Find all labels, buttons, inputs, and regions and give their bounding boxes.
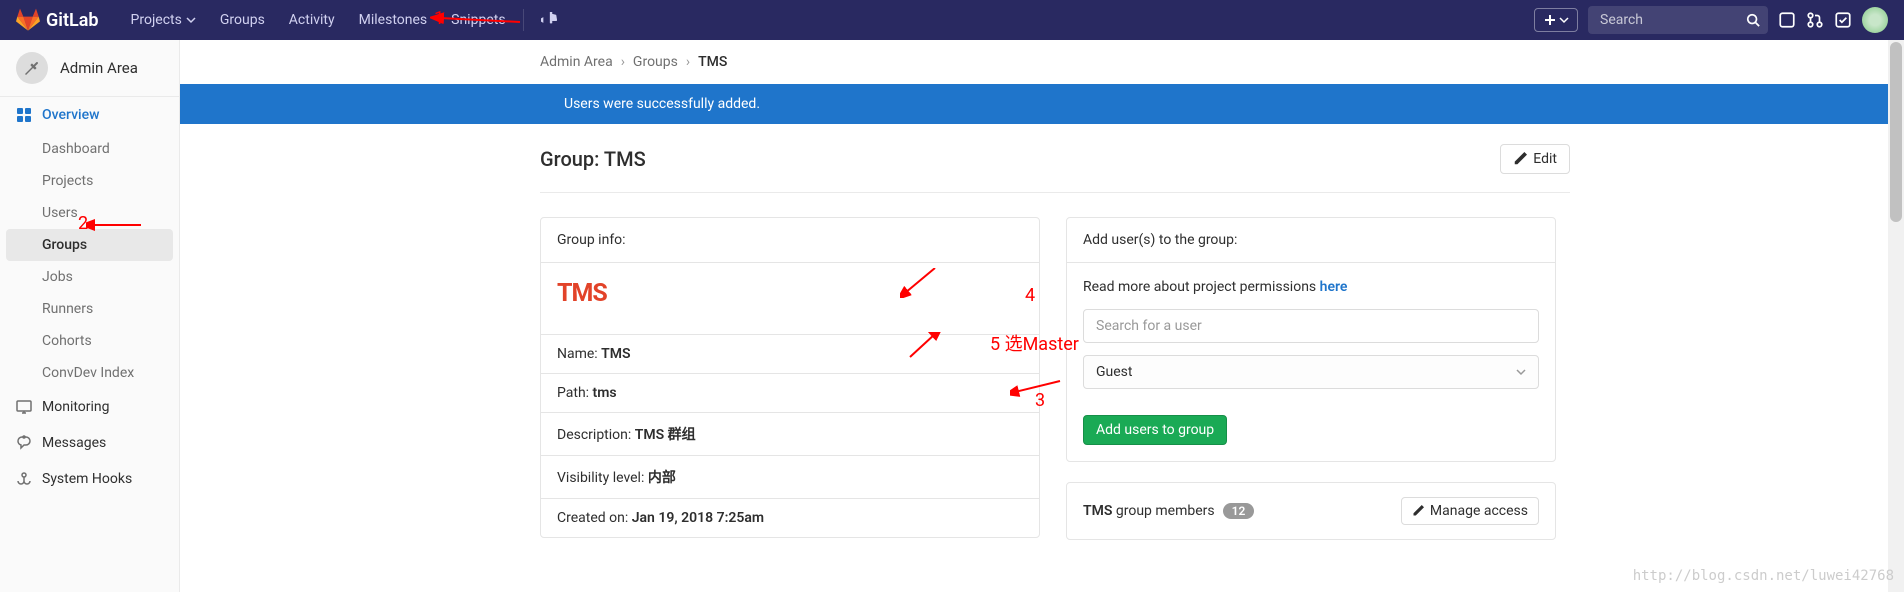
gitlab-logo-icon [16,8,40,32]
sidebar-item-groups[interactable]: Groups [6,229,173,261]
breadcrumb-sep: › [686,54,690,70]
group-avatar: TMS [557,279,1023,308]
overview-icon [16,107,32,123]
role-select[interactable]: Guest [1083,355,1539,389]
info-path: Path: tms [541,373,1039,412]
page-title: Group: TMS [540,147,646,171]
sidebar-item-convdev[interactable]: ConvDev Index [0,357,179,389]
watermark: http://blog.csdn.net/luwei42768 [1633,568,1894,584]
group-info-header: Group info: [541,218,1039,263]
monitoring-icon [16,399,32,415]
pencil-icon [1513,152,1527,166]
pencil-icon [1412,505,1424,517]
hooks-icon [16,471,32,487]
todos-icon[interactable] [1834,11,1852,29]
nav-milestones[interactable]: Milestones [347,0,440,40]
plus-icon [1543,13,1557,27]
sidebar-title: Admin Area [60,59,138,77]
breadcrumb: Admin Area › Groups › TMS [540,40,1904,84]
sidebar-messages[interactable]: Messages [0,425,179,461]
sidebar-item-projects[interactable]: Projects [0,165,179,197]
nav-divider [523,9,524,31]
messages-icon [16,435,32,451]
scrollbar-thumb[interactable] [1890,42,1902,222]
merge-request-icon[interactable] [1806,11,1824,29]
header-right [1534,6,1888,34]
permissions-text: Read more about project permissions here [1083,279,1539,295]
logo[interactable]: GitLab [16,8,99,32]
members-panel: TMS group members 12 Manage access [1066,482,1556,540]
sidebar-item-runners[interactable]: Runners [0,293,179,325]
sidebar-overview[interactable]: Overview [0,97,179,133]
sidebar-header[interactable]: Admin Area [0,40,179,97]
sidebar: Admin Area Overview Dashboard Projects U… [0,40,180,592]
info-created: Created on: Jan 19, 2018 7:25am [541,498,1039,537]
nav-groups[interactable]: Groups [208,0,277,40]
scrollbar-track [1888,40,1904,592]
info-name: Name: TMS [541,334,1039,373]
user-search-input[interactable] [1083,309,1539,343]
nav-admin-wrench[interactable] [529,0,569,40]
sidebar-item-jobs[interactable]: Jobs [0,261,179,293]
sidebar-item-cohorts[interactable]: Cohorts [0,325,179,357]
page-header: Group: TMS Edit [540,144,1570,193]
manage-access-button[interactable]: Manage access [1401,497,1539,525]
top-header: GitLab Projects Groups Activity Mileston… [0,0,1904,40]
user-avatar[interactable] [1862,7,1888,33]
add-users-button[interactable]: Add users to group [1083,415,1227,445]
sidebar-item-users[interactable]: Users [0,197,179,229]
add-users-header: Add user(s) to the group: [1067,218,1555,263]
search-input[interactable] [1588,6,1768,34]
sidebar-hooks[interactable]: System Hooks [0,461,179,497]
admin-area-icon [16,52,48,84]
sidebar-monitoring[interactable]: Monitoring [0,389,179,425]
main-nav: Projects Groups Activity Milestones Snip… [119,0,569,40]
brand-text: GitLab [46,10,99,31]
wrench-icon [541,12,557,28]
breadcrumb-groups[interactable]: Groups [633,54,678,70]
breadcrumb-sep: › [621,54,625,70]
nav-projects[interactable]: Projects [119,0,208,40]
add-users-panel: Add user(s) to the group: Read more abou… [1066,217,1556,462]
main-content: Admin Area › Groups › TMS Users were suc… [180,40,1904,592]
search-box [1588,6,1768,34]
info-visibility: Visibility level: 内部 [541,455,1039,498]
info-description: Description: TMS 群组 [541,412,1039,455]
edit-button[interactable]: Edit [1500,144,1570,174]
sidebar-item-dashboard[interactable]: Dashboard [0,133,179,165]
alert-text: Users were successfully added. [564,96,1904,112]
new-dropdown-button[interactable] [1534,8,1578,32]
success-alert: Users were successfully added. [180,84,1904,124]
chevron-down-icon [1559,15,1569,25]
group-info-panel: Group info: TMS Name: TMS Path: tms Desc… [540,217,1040,538]
breadcrumb-admin[interactable]: Admin Area [540,54,613,70]
issues-icon[interactable] [1778,11,1796,29]
nav-snippets[interactable]: Snippets [439,0,517,40]
nav-activity[interactable]: Activity [277,0,347,40]
search-icon [1746,13,1760,27]
members-title: TMS group members [1083,503,1215,519]
permissions-link[interactable]: here [1320,279,1348,295]
members-count-badge: 12 [1223,503,1255,519]
breadcrumb-current: TMS [698,54,727,70]
